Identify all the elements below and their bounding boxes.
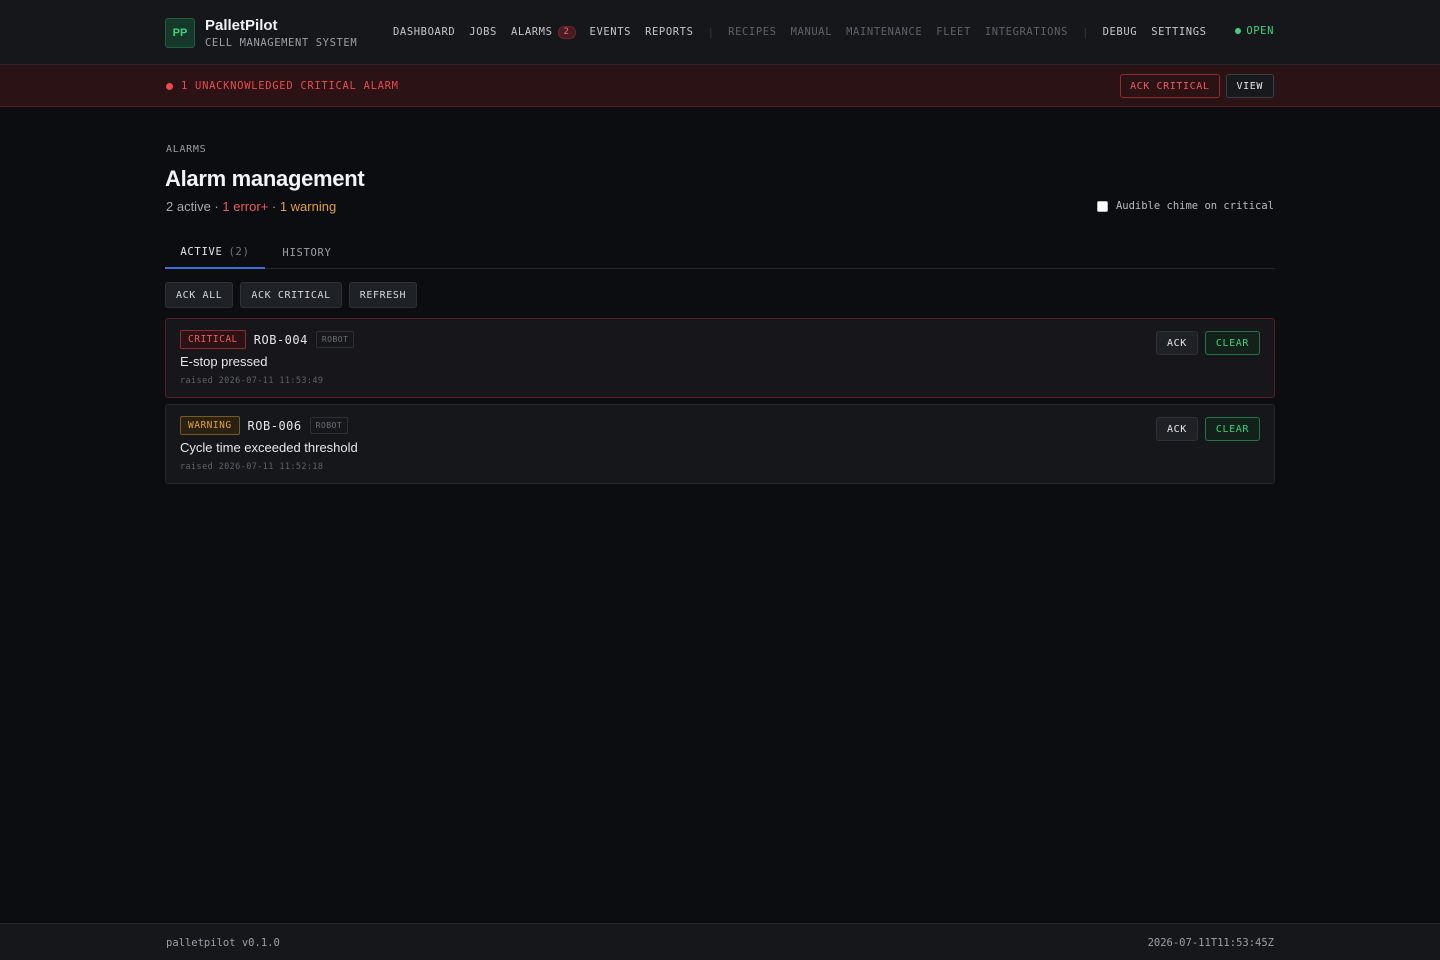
alarm-card: CRITICAL ROB-004 ROBOT E-stop pressed ra…	[165, 318, 1275, 398]
summary-errors: 1 error+	[222, 199, 269, 214]
nav-debug[interactable]: DEBUG	[1103, 26, 1138, 38]
nav-divider: |	[1081, 25, 1089, 39]
nav-alarms[interactable]: ALARMS 2	[510, 25, 576, 39]
alarm-message: E-stop pressed	[180, 354, 268, 369]
alarm-card: WARNING ROB-006 ROBOT Cycle time exceede…	[165, 404, 1275, 484]
footer: palletpilot v0.1.0 2026-07-11T11:53:45Z	[0, 923, 1440, 960]
clear-button[interactable]: CLEAR	[1204, 417, 1260, 441]
status-dot-icon	[1235, 28, 1242, 34]
page-title: Alarm management	[165, 166, 365, 191]
brand-logo: PP	[165, 18, 195, 48]
alarm-raised-time: raised 2026-07-11 11:52:18	[180, 462, 324, 472]
banner-view-button[interactable]: VIEW	[1225, 74, 1274, 98]
tab-history[interactable]: HISTORY	[269, 236, 345, 269]
alarm-raised-time: raised 2026-07-11 11:53:49	[180, 376, 324, 386]
source-type-tag: ROBOT	[309, 417, 349, 434]
source-type-tag: ROBOT	[315, 331, 355, 348]
ack-all-button[interactable]: ACK ALL	[165, 282, 234, 308]
nav-maintenance[interactable]: MAINTENANCE	[846, 26, 922, 38]
tab-active[interactable]: ACTIVE (2)	[165, 236, 265, 269]
nav-manual[interactable]: MANUAL	[791, 26, 833, 38]
refresh-button[interactable]: REFRESH	[348, 282, 418, 308]
banner-message: 1 UNACKNOWLEDGED CRITICAL ALARM	[166, 80, 399, 92]
summary-separator: ·	[268, 199, 280, 214]
main-nav: DASHBOARD JOBS ALARMS 2 EVENTS REPORTS |…	[393, 24, 1221, 40]
tab-active-count: (2)	[228, 245, 250, 258]
nav-fleet[interactable]: FLEET	[936, 26, 971, 38]
chime-label: Audible chime on critical	[1115, 200, 1274, 212]
top-header: PP PalletPilot CELL MANAGEMENT SYSTEM DA…	[0, 0, 1440, 65]
banner-text: 1 UNACKNOWLEDGED CRITICAL ALARM	[181, 80, 399, 92]
alarm-source: ROB-004	[253, 332, 308, 347]
summary-active: 2 active	[166, 199, 211, 214]
chime-checkbox[interactable]	[1096, 200, 1108, 212]
brand-name: PalletPilot	[205, 17, 278, 34]
nav-reports[interactable]: REPORTS	[645, 26, 693, 38]
ack-critical-button[interactable]: ACK CRITICAL	[240, 282, 342, 308]
nav-recipes[interactable]: RECIPES	[728, 26, 776, 38]
app-version: palletpilot v0.1.0	[166, 937, 280, 949]
summary-warnings: 1 warning	[279, 199, 337, 214]
critical-alarm-banner: 1 UNACKNOWLEDGED CRITICAL ALARM ACK CRIT…	[0, 65, 1440, 107]
alert-dot-icon	[166, 82, 173, 90]
chime-toggle[interactable]: Audible chime on critical	[1096, 200, 1274, 212]
nav-jobs[interactable]: JOBS	[469, 26, 497, 38]
alarms-count-badge: 2	[557, 25, 576, 39]
clear-button[interactable]: CLEAR	[1204, 331, 1260, 355]
server-timestamp: 2026-07-11T11:53:45Z	[1147, 937, 1274, 949]
page-eyebrow: ALARMS	[166, 144, 207, 155]
alarm-source: ROB-006	[247, 418, 302, 433]
brand-subtitle: CELL MANAGEMENT SYSTEM	[205, 37, 358, 49]
alarm-summary: 2 active · 1 error+ · 1 warning	[166, 199, 336, 214]
ack-button[interactable]: ACK	[1156, 331, 1198, 355]
tab-active-label: ACTIVE	[180, 245, 223, 258]
severity-badge: WARNING	[180, 416, 240, 435]
brand[interactable]: PP PalletPilot CELL MANAGEMENT SYSTEM	[165, 17, 357, 49]
summary-separator: ·	[210, 199, 223, 214]
alarm-message: Cycle time exceeded threshold	[180, 440, 358, 455]
nav-events[interactable]: EVENTS	[590, 26, 632, 38]
severity-badge: CRITICAL	[180, 330, 246, 349]
banner-ack-critical-button[interactable]: ACK CRITICAL	[1120, 74, 1220, 98]
ack-button[interactable]: ACK	[1156, 417, 1198, 441]
connection-status-label: OPEN	[1246, 25, 1274, 37]
nav-integrations[interactable]: INTEGRATIONS	[985, 26, 1068, 38]
connection-status: OPEN	[1235, 25, 1274, 37]
nav-alarms-label: ALARMS	[510, 26, 553, 38]
alarm-actions: ACK ALL ACK CRITICAL REFRESH	[165, 282, 424, 308]
nav-divider: |	[707, 25, 715, 39]
alarm-tabs: ACTIVE (2) HISTORY	[165, 236, 1275, 269]
nav-dashboard[interactable]: DASHBOARD	[393, 26, 455, 38]
nav-settings[interactable]: SETTINGS	[1151, 26, 1206, 38]
